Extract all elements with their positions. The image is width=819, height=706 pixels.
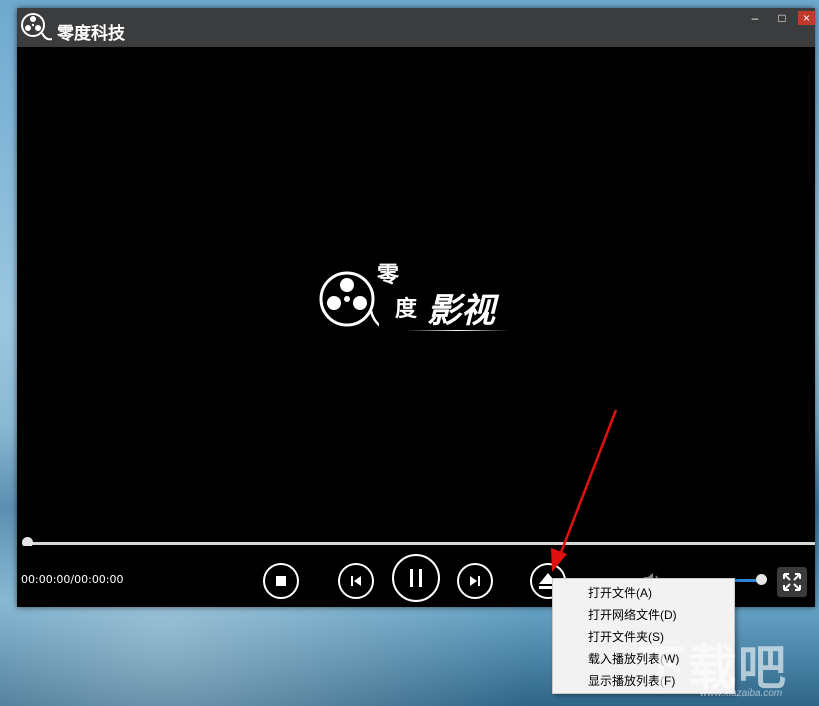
annotation-arrow <box>0 0 819 706</box>
watermark-url: www.xiazaiba.com <box>700 688 782 699</box>
